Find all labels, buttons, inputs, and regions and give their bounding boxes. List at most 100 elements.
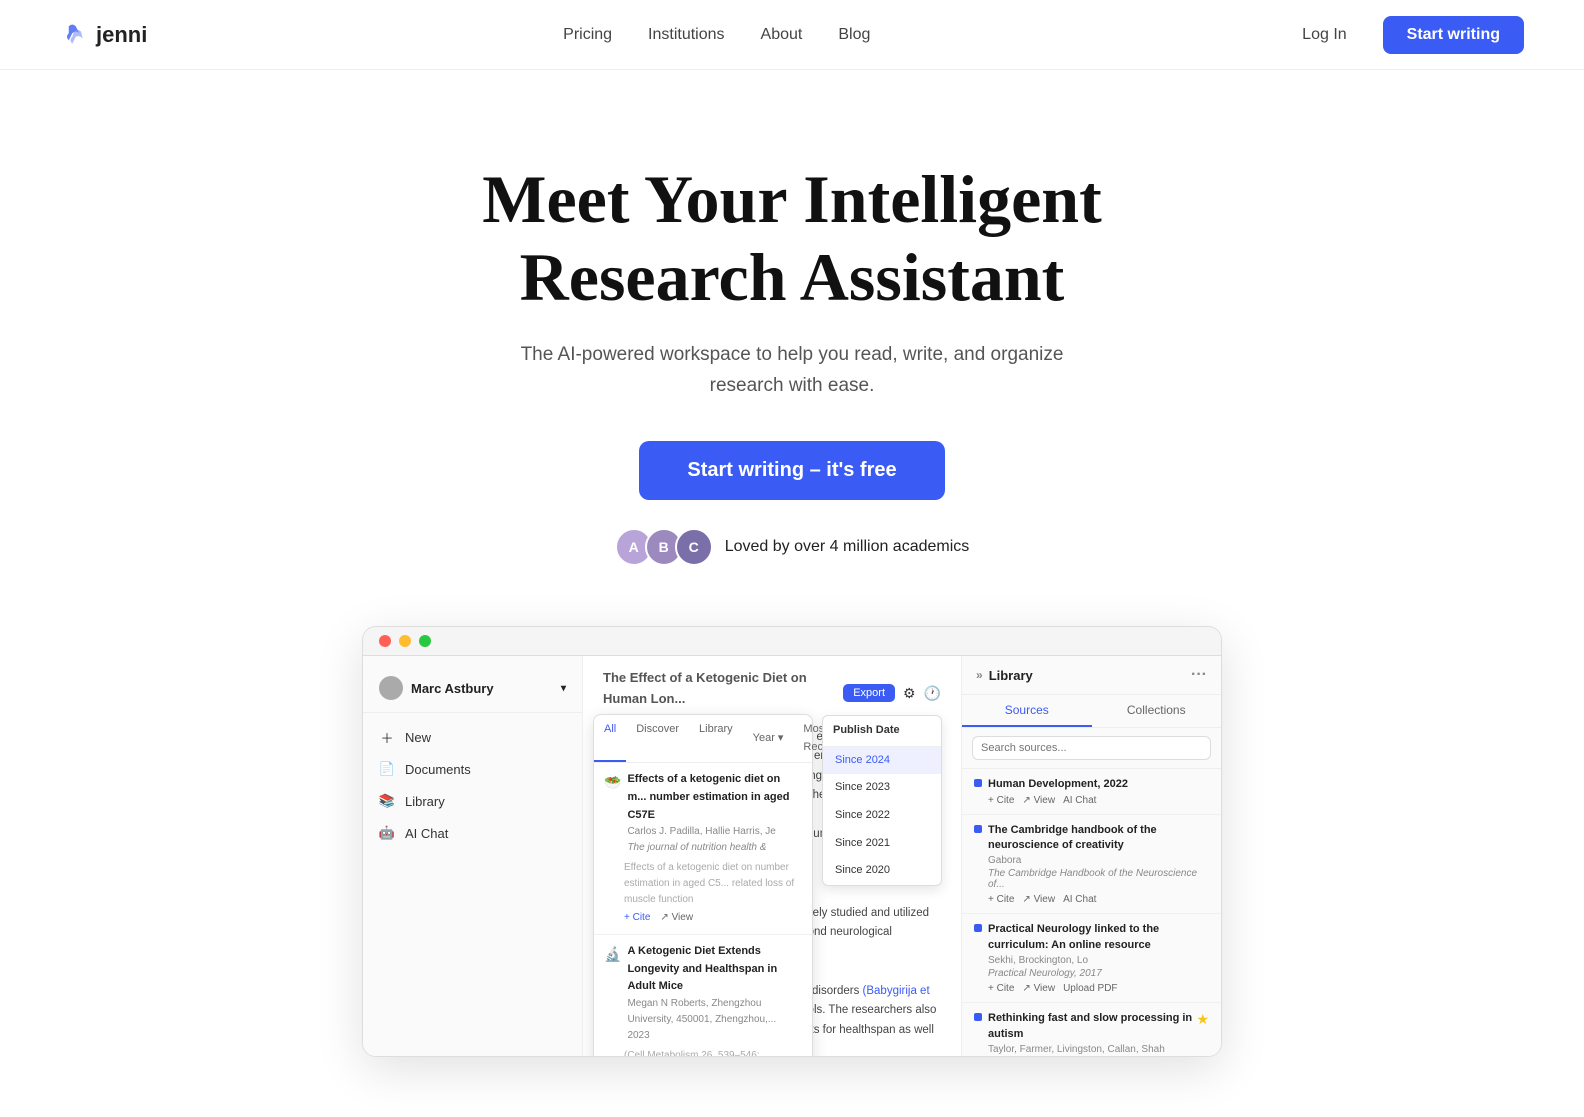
item3-content: Practical Neurology linked to the curric… — [988, 922, 1209, 994]
library-title-row: » Library — [976, 668, 1033, 683]
close-window-button[interactable] — [379, 635, 391, 647]
app-preview: Marc Astbury ▾ ＋ New 📄 Documents 📚 Libra… — [342, 626, 1242, 1057]
tab-library[interactable]: Library — [689, 715, 743, 762]
hero-cta-button[interactable]: Start writing – it's free — [639, 441, 944, 500]
item3-title: Practical Neurology linked to the curric… — [988, 922, 1209, 953]
year-option-2022[interactable]: Since 2022 — [823, 802, 941, 830]
result2-emoji: 🔬 — [604, 943, 621, 965]
item-color-indicator — [974, 1013, 982, 1021]
library-search-input[interactable] — [972, 736, 1211, 760]
editor-doc-title: The Effect of a Ketogenic Diet on Human … — [603, 668, 843, 710]
library-header: » Library ··· — [962, 656, 1221, 695]
tab-all[interactable]: All — [594, 715, 626, 762]
clock-icon[interactable]: 🕐 — [924, 682, 941, 704]
lib-tab-sources[interactable]: Sources — [962, 695, 1092, 727]
item3-view-btn[interactable]: ↗ View — [1022, 983, 1055, 994]
year-submenu-header: Publish Date — [823, 716, 941, 747]
result2-content: A Ketogenic Diet Extends Longevity and H… — [627, 943, 802, 1044]
result1-journal: The journal of nutrition health & — [627, 840, 802, 856]
search-result-2[interactable]: 🔬 A Ketogenic Diet Extends Longevity and… — [594, 934, 812, 1056]
logo[interactable]: jenni — [60, 21, 147, 49]
sidebar-item-ai-chat[interactable]: 🤖 AI Chat — [363, 817, 582, 849]
year-option-2020[interactable]: Since 2020 — [823, 857, 941, 885]
item2-content: The Cambridge handbook of the neuroscien… — [988, 823, 1209, 906]
more-options-icon[interactable]: ··· — [1191, 666, 1207, 684]
result1-snippet: Effects of a ketogenic diet on number es… — [604, 860, 802, 908]
result1-cite-btn[interactable]: + Cite — [624, 910, 650, 926]
library-icon: 📚 — [379, 793, 395, 809]
item1-view-btn[interactable]: ↗ View — [1022, 795, 1055, 806]
preview-topbar — [363, 627, 1221, 656]
dropdown-tabs: All Discover Library Year ▾ Most Recent … — [594, 715, 812, 763]
item3-actions: + Cite ↗ View Upload PDF — [988, 983, 1209, 994]
item3-cite-btn[interactable]: + Cite — [988, 983, 1014, 994]
sidebar-ai-chat-label: AI Chat — [405, 826, 448, 841]
app-editor[interactable]: The Effect of a Ketogenic Diet on Human … — [583, 656, 961, 1056]
item2-actions: + Cite ↗ View AI Chat — [988, 894, 1209, 905]
nav-blog[interactable]: Blog — [838, 26, 870, 44]
library-item: The Cambridge handbook of the neuroscien… — [962, 815, 1221, 915]
login-button[interactable]: Log In — [1286, 18, 1362, 52]
sidebar-item-documents[interactable]: 📄 Documents — [363, 753, 582, 785]
item4-content: Rethinking fast and slow processing in a… — [988, 1011, 1209, 1056]
result1-emoji: 🥗 — [604, 771, 621, 793]
item2-cite-btn[interactable]: + Cite — [988, 894, 1014, 905]
library-title: Library — [989, 668, 1033, 683]
social-proof-text: Loved by over 4 million academics — [725, 538, 970, 556]
nav-institutions[interactable]: Institutions — [648, 26, 724, 44]
item4-star[interactable]: ★ — [1196, 1011, 1209, 1028]
library-item: Human Development, 2022 + Cite ↗ View AI… — [962, 769, 1221, 814]
sidebar-item-new[interactable]: ＋ New — [363, 721, 582, 753]
avatar: C — [675, 528, 713, 566]
nav-links: Pricing Institutions About Blog — [563, 26, 870, 44]
item1-cite-btn[interactable]: + Cite — [988, 795, 1014, 806]
settings-icon[interactable]: ⚙ — [903, 682, 916, 704]
item1-ai-btn[interactable]: AI Chat — [1063, 795, 1096, 806]
discover-dropdown: All Discover Library Year ▾ Most Recent … — [593, 714, 813, 1056]
tab-discover[interactable]: Discover — [626, 715, 689, 762]
year-option-2024[interactable]: Since 2024 — [823, 747, 941, 775]
chevron-down-icon: ▾ — [561, 683, 566, 694]
app-sidebar: Marc Astbury ▾ ＋ New 📄 Documents 📚 Libra… — [363, 656, 583, 1056]
sidebar-new-label: New — [405, 730, 431, 745]
start-writing-button[interactable]: Start writing — [1383, 16, 1524, 54]
maximize-window-button[interactable] — [419, 635, 431, 647]
logo-text: jenni — [96, 22, 147, 48]
export-button[interactable]: Export — [843, 684, 895, 702]
logo-icon — [60, 21, 88, 49]
item-color-indicator — [974, 825, 982, 833]
lib-tab-collections[interactable]: Collections — [1092, 695, 1222, 727]
chevron-icon: ▾ — [778, 730, 784, 748]
library-search[interactable] — [962, 728, 1221, 769]
ai-chat-icon: 🤖 — [379, 825, 395, 841]
library-item: Practical Neurology linked to the curric… — [962, 914, 1221, 1003]
editor-toolbar-right: Export ⚙ 🕐 — [843, 682, 941, 704]
search-result-1[interactable]: 🥗 Effects of a ketogenic diet on m... nu… — [594, 763, 812, 934]
result1-view-btn[interactable]: ↗ View — [660, 910, 693, 926]
chevrons-icon: » — [976, 668, 983, 682]
year-option-2021[interactable]: Since 2021 — [823, 830, 941, 858]
item4-title: Rethinking fast and slow processing in a… — [988, 1011, 1196, 1042]
year-option-2023[interactable]: Since 2023 — [823, 774, 941, 802]
minimize-window-button[interactable] — [399, 635, 411, 647]
sidebar-user[interactable]: Marc Astbury ▾ — [363, 668, 582, 713]
item3-upload-btn[interactable]: Upload PDF — [1063, 983, 1117, 994]
avatar-group: A B C — [615, 528, 713, 566]
nav-pricing[interactable]: Pricing — [563, 26, 612, 44]
item2-view-btn[interactable]: ↗ View — [1022, 894, 1055, 905]
social-proof: A B C Loved by over 4 million academics — [20, 528, 1564, 566]
item2-ai-btn[interactable]: AI Chat — [1063, 894, 1096, 905]
result2-title: A Ketogenic Diet Extends Longevity and H… — [627, 943, 802, 996]
item1-content: Human Development, 2022 + Cite ↗ View AI… — [988, 777, 1128, 805]
filter-year[interactable]: Year ▾ — [743, 715, 794, 762]
user-avatar — [379, 676, 403, 700]
sidebar-item-library[interactable]: 📚 Library — [363, 785, 582, 817]
new-icon: ＋ — [379, 729, 395, 745]
result1-actions: + Cite ↗ View — [604, 910, 693, 926]
hero-subtext: The AI-powered workspace to help you rea… — [512, 340, 1072, 401]
nav-about[interactable]: About — [761, 26, 803, 44]
editor-header: The Effect of a Ketogenic Diet on Human … — [603, 668, 941, 718]
library-item: Rethinking fast and slow processing in a… — [962, 1003, 1221, 1056]
library-items-list: Human Development, 2022 + Cite ↗ View AI… — [962, 769, 1221, 1056]
result2-authors: Megan N Roberts, Zhengzhou University, 4… — [627, 996, 802, 1028]
